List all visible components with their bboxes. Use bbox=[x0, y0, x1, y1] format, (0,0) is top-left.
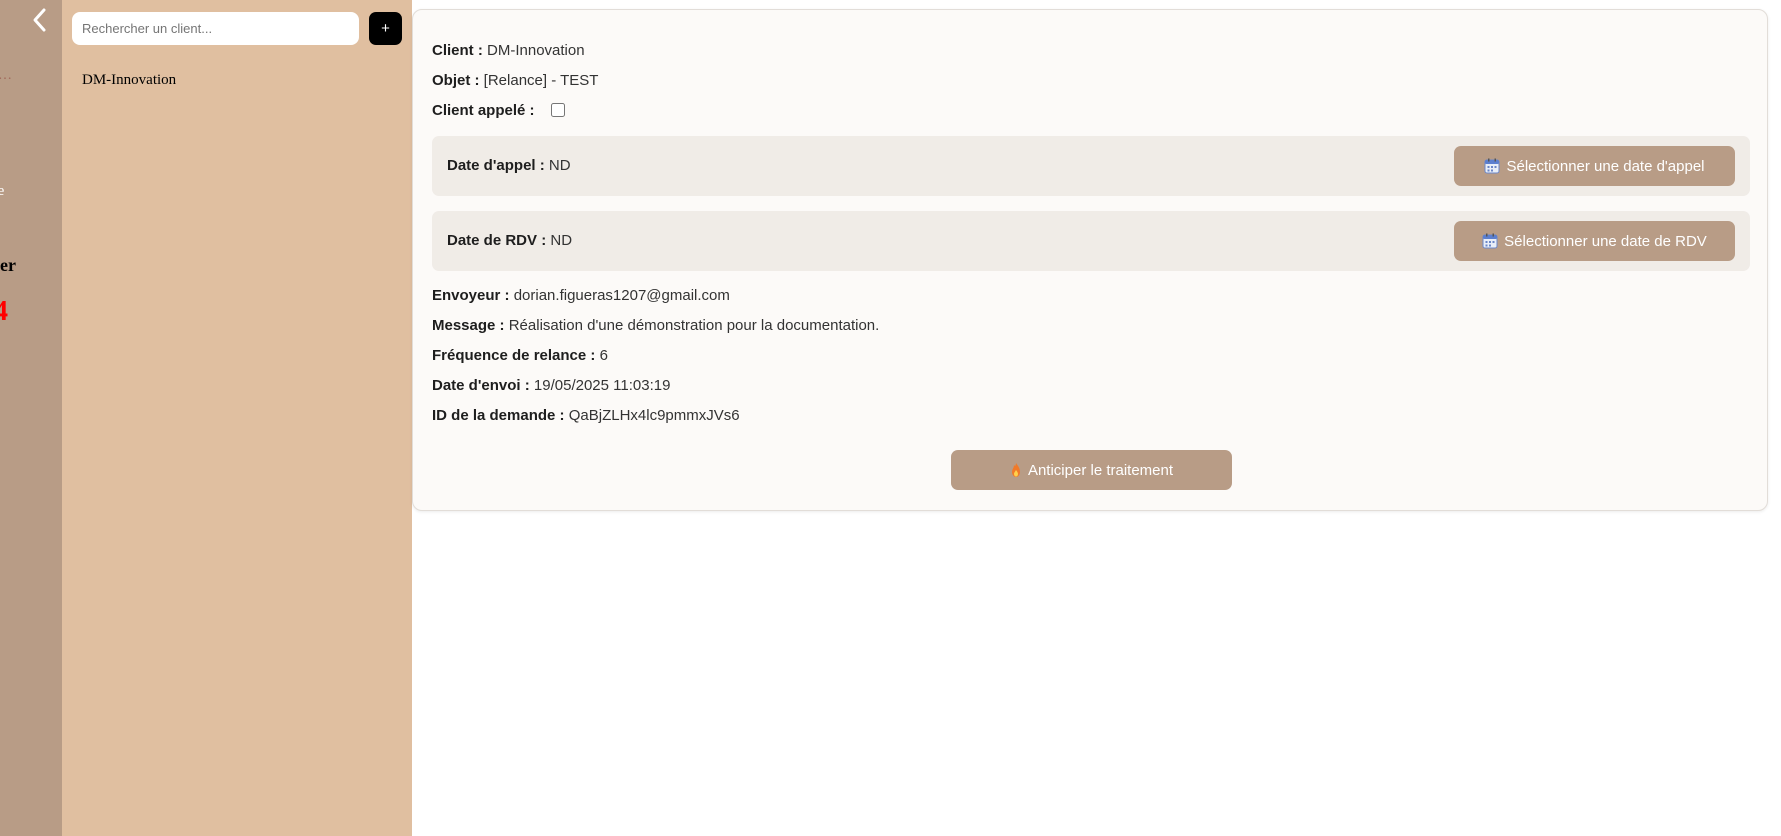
client-search-input[interactable] bbox=[72, 12, 359, 45]
call-date-label: Date d'appel : bbox=[447, 157, 545, 174]
request-id-value: QaBjZLHx4lc9pmmxJVs6 bbox=[568, 407, 740, 424]
object-row: Objet : [Relance] - TEST bbox=[432, 72, 598, 89]
select-call-date-button[interactable]: Sélectionner une date d'appel bbox=[1454, 146, 1735, 186]
calendar-icon bbox=[1484, 158, 1500, 174]
rail-pending-count: 4 bbox=[0, 296, 8, 327]
client-row: Client : DM-Innovation bbox=[432, 42, 585, 59]
sender-value: dorian.figueras1207@gmail.com bbox=[513, 287, 730, 304]
client-list-item[interactable]: DM-Innovation bbox=[82, 72, 176, 89]
message-row: Message : Réalisation d'une démonstratio… bbox=[432, 317, 879, 334]
call-date-value: ND bbox=[548, 157, 571, 174]
select-call-date-label: Sélectionner une date d'appel bbox=[1506, 157, 1705, 175]
request-id-row: ID de la demande : QaBjZLHx4lc9pmmxJVs6 bbox=[432, 407, 740, 424]
called-row: Client appelé : bbox=[432, 102, 565, 119]
send-date-row: Date d'envoi : 19/05/2025 11:03:19 bbox=[432, 377, 670, 394]
client-called-checkbox[interactable] bbox=[550, 103, 565, 117]
rail-fragment-1: … bbox=[0, 68, 12, 84]
client-label: Client : bbox=[432, 42, 483, 59]
request-detail-card: Client : DM-Innovation Objet : [Relance]… bbox=[412, 9, 1768, 511]
frequency-value: 6 bbox=[599, 347, 608, 364]
select-rdv-date-button[interactable]: Sélectionner une date de RDV bbox=[1454, 221, 1735, 261]
frequency-label: Fréquence de relance : bbox=[432, 347, 596, 364]
message-value: Réalisation d'une démonstration pour la … bbox=[508, 317, 880, 334]
nav-rail: … me raiter 4 e bbox=[0, 0, 62, 836]
call-date-row: Date d'appel : ND bbox=[447, 157, 571, 174]
rdv-date-label: Date de RDV : bbox=[447, 232, 547, 249]
select-rdv-date-label: Sélectionner une date de RDV bbox=[1504, 232, 1707, 250]
message-label: Message : bbox=[432, 317, 505, 334]
add-client-button[interactable]: + bbox=[369, 12, 402, 45]
rdv-date-row: Date de RDV : ND bbox=[447, 232, 572, 249]
rail-fragment-home[interactable]: me bbox=[0, 183, 4, 200]
client-value: DM-Innovation bbox=[487, 42, 585, 59]
call-date-box: Date d'appel : ND Sélectionner une date … bbox=[432, 136, 1750, 196]
called-label: Client appelé : bbox=[432, 102, 535, 119]
rdv-date-value: ND bbox=[550, 232, 573, 249]
send-date-label: Date d'envoi : bbox=[432, 377, 530, 394]
rail-fragment-to-process: raiter bbox=[0, 255, 16, 275]
send-date-value: 19/05/2025 11:03:19 bbox=[533, 377, 671, 394]
object-value: [Relance] - TEST bbox=[483, 72, 599, 89]
anticipate-processing-label: Anticiper le traitement bbox=[1027, 461, 1174, 479]
object-label: Objet : bbox=[432, 72, 480, 89]
collapse-sidebar-button[interactable] bbox=[24, 4, 54, 36]
request-id-label: ID de la demande : bbox=[432, 407, 565, 424]
chevron-left-icon bbox=[33, 8, 46, 32]
rdv-date-box: Date de RDV : ND Sélectionner une date d… bbox=[432, 211, 1750, 271]
client-list-panel: + DM-Innovation bbox=[62, 0, 412, 836]
calendar-icon bbox=[1482, 233, 1498, 249]
frequency-row: Fréquence de relance : 6 bbox=[432, 347, 608, 364]
flame-icon bbox=[1011, 463, 1020, 477]
anticipate-processing-button[interactable]: Anticiper le traitement bbox=[951, 450, 1232, 490]
sender-row: Envoyeur : dorian.figueras1207@gmail.com bbox=[432, 287, 730, 304]
sender-label: Envoyeur : bbox=[432, 287, 510, 304]
